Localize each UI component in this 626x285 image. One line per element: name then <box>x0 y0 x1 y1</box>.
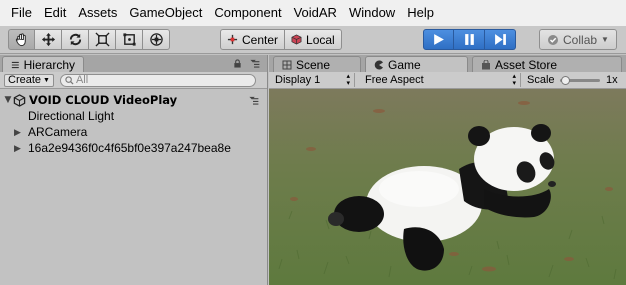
rect-tool-button[interactable] <box>116 29 143 50</box>
step-button[interactable] <box>485 29 516 50</box>
tab-asset-store-label: Asset Store <box>495 57 558 72</box>
pivot-controls: Center Local <box>220 29 342 50</box>
menu-help[interactable]: Help <box>401 0 440 26</box>
menu-voidar[interactable]: VoidAR <box>288 0 343 26</box>
cube-icon <box>291 34 302 45</box>
hierarchy-item-arcamera[interactable]: ▶ ARCamera <box>0 124 267 140</box>
hand-tool-button[interactable] <box>8 29 35 50</box>
scale-slider[interactable] <box>560 76 600 85</box>
aspect-dropdown[interactable]: Free Aspect ▴ ▾ <box>361 73 521 87</box>
hierarchy-item-label: ARCamera <box>28 125 88 139</box>
play-button[interactable] <box>423 29 454 50</box>
grid-icon <box>282 60 292 69</box>
display-label: Display 1 <box>275 74 321 86</box>
transform-tool-button[interactable] <box>143 29 170 50</box>
display-dropdown[interactable]: Display 1 ▴ ▾ <box>271 73 355 87</box>
tab-scene[interactable]: Scene <box>273 56 361 72</box>
search-placeholder: All <box>75 74 89 86</box>
hierarchy-panel: Hierarchy Create ▼ All ▼ VOID CLOUD Vide… <box>0 55 268 285</box>
list-icon <box>11 61 19 68</box>
rotate-tool-button[interactable] <box>62 29 89 50</box>
tab-game-label: Game <box>388 57 421 72</box>
game-view[interactable] <box>269 89 626 285</box>
pause-button[interactable] <box>454 29 485 50</box>
menu-bar: File Edit Assets GameObject Component Vo… <box>0 0 626 26</box>
play-icon <box>434 34 444 45</box>
pivot-center-label: Center <box>242 32 279 47</box>
pause-icon <box>464 34 474 45</box>
hierarchy-toolbar: Create ▼ All <box>0 72 267 89</box>
transform-icon <box>149 33 163 46</box>
pivot-center-button[interactable]: Center <box>220 29 286 50</box>
scale-icon <box>94 32 110 47</box>
check-icon <box>548 34 559 45</box>
menu-component[interactable]: Component <box>208 0 287 26</box>
search-icon <box>65 75 74 85</box>
tab-game[interactable]: Game <box>365 56 468 72</box>
hierarchy-item-label: 16a2e9436f0c4f65bf0e397a247bea8e <box>28 141 231 155</box>
game-panel: Scene Game Asset Store Display 1 ▴ ▾ Free… <box>269 55 626 285</box>
hierarchy-item-label: Directional Light <box>28 109 115 123</box>
chevron-down-icon: ▼ <box>601 35 609 44</box>
create-label: Create <box>8 73 42 86</box>
hierarchy-item-directional-light[interactable]: Directional Light <box>0 108 267 124</box>
unity-scene-icon <box>13 93 26 107</box>
up-down-arrows-icon: ▴ ▾ <box>512 73 516 87</box>
tab-asset-store[interactable]: Asset Store <box>472 56 622 72</box>
scene-row[interactable]: ▼ VOID CLOUD VideoPlay <box>0 92 267 108</box>
collab-button[interactable]: Collab ▼ <box>539 29 617 50</box>
move-icon <box>41 32 55 47</box>
slider-thumb[interactable] <box>561 76 570 85</box>
scene-menu-icon[interactable] <box>247 96 259 105</box>
dropdown-arrow-icon: ▼ <box>43 76 50 84</box>
tab-hierarchy-label: Hierarchy <box>23 57 75 72</box>
game-toolbar: Display 1 ▴ ▾ Free Aspect ▴ ▾ Scale 1x <box>269 72 626 89</box>
view-tab-row: Scene Game Asset Store <box>269 55 626 72</box>
scale-value: 1x <box>606 74 618 86</box>
menu-gameobject[interactable]: GameObject <box>123 0 208 26</box>
pivot-local-label: Local <box>306 32 335 47</box>
scene-name: VOID CLOUD VideoPlay <box>29 93 178 107</box>
menu-file[interactable]: File <box>5 0 38 26</box>
center-icon <box>227 34 238 45</box>
shopping-bag-icon <box>482 59 490 69</box>
tab-scene-label: Scene <box>296 57 331 72</box>
hierarchy-tab-row: Hierarchy <box>0 55 267 72</box>
panda-video-frame <box>269 89 626 285</box>
transform-tools <box>8 29 170 50</box>
hand-icon <box>15 33 26 47</box>
playback-controls <box>423 29 516 50</box>
lock-icon[interactable] <box>233 59 242 68</box>
collapsed-arrow-icon[interactable]: ▶ <box>14 143 28 154</box>
create-dropdown[interactable]: Create ▼ <box>4 73 54 87</box>
expand-arrow-icon[interactable]: ▼ <box>3 95 13 105</box>
collab-label: Collab <box>563 32 598 47</box>
step-icon <box>494 34 506 45</box>
scale-tool-button[interactable] <box>89 29 116 50</box>
up-down-arrows-icon: ▴ ▾ <box>346 73 350 87</box>
scale-label: Scale <box>527 74 555 86</box>
collapsed-arrow-icon[interactable]: ▶ <box>14 127 28 138</box>
pacman-icon <box>374 60 383 69</box>
menu-icon[interactable] <box>248 59 260 68</box>
menu-assets[interactable]: Assets <box>72 0 123 26</box>
toolbar: Center Local Collab ▼ <box>0 26 626 54</box>
pivot-local-button[interactable]: Local <box>285 29 342 50</box>
search-input[interactable]: All <box>59 73 256 87</box>
hierarchy-tree: ▼ VOID CLOUD VideoPlay Directional Light… <box>0 89 267 156</box>
hierarchy-item-video-target[interactable]: ▶ 16a2e9436f0c4f65bf0e397a247bea8e <box>0 140 267 156</box>
menu-edit[interactable]: Edit <box>38 0 72 26</box>
rotate-icon <box>69 33 81 46</box>
menu-window[interactable]: Window <box>343 0 401 26</box>
tab-hierarchy[interactable]: Hierarchy <box>2 56 84 72</box>
move-tool-button[interactable] <box>35 29 62 50</box>
rect-icon <box>122 33 136 46</box>
aspect-label: Free Aspect <box>365 74 424 86</box>
